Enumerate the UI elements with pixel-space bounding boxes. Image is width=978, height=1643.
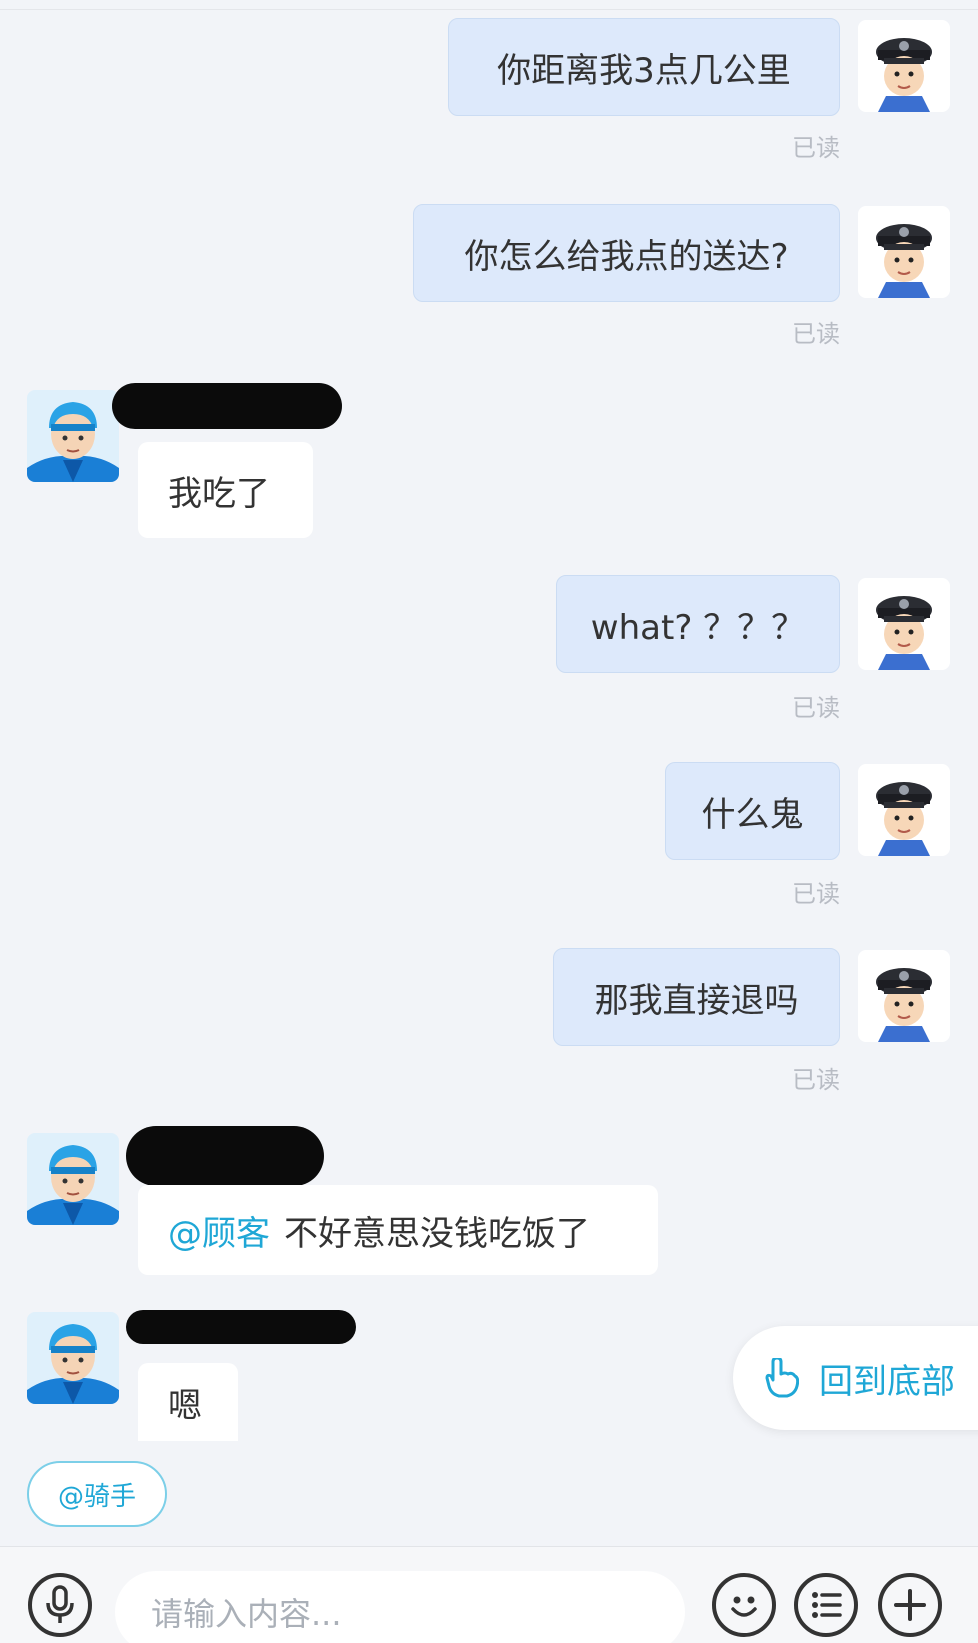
police-avatar[interactable] [858, 20, 950, 112]
police-avatar-icon [876, 968, 932, 1042]
rider-avatar[interactable] [27, 1312, 119, 1404]
top-divider [0, 0, 978, 10]
rider-avatar-icon [27, 1324, 119, 1404]
list-button[interactable] [794, 1573, 858, 1637]
read-status: 已读 [792, 320, 840, 348]
mention-customer[interactable]: @顾客 [168, 1206, 270, 1255]
police-avatar[interactable] [858, 764, 950, 856]
police-avatar[interactable] [858, 206, 950, 298]
emoji-button[interactable] [712, 1573, 776, 1637]
incoming-message-text: 不好意思没钱吃饭了 [284, 1213, 590, 1254]
police-avatar[interactable] [858, 578, 950, 670]
outgoing-message[interactable]: 那我直接退吗 [553, 948, 840, 1046]
outgoing-message[interactable]: 你距离我3点几公里 [448, 18, 840, 116]
outgoing-message[interactable]: 你怎么给我点的送达? [413, 204, 840, 302]
outgoing-message[interactable]: what? ？？？ [556, 575, 840, 673]
plus-icon [894, 1589, 926, 1621]
police-avatar-icon [876, 782, 932, 856]
pointer-hand-icon [765, 1358, 799, 1398]
rider-avatar-icon [27, 1145, 119, 1225]
redacted-name [126, 1126, 324, 1186]
message-input[interactable]: 请输入内容... [115, 1571, 685, 1643]
back-to-bottom-button[interactable]: 回到底部 [733, 1326, 978, 1430]
incoming-message[interactable]: @顾客 不好意思没钱吃饭了 [138, 1185, 658, 1275]
microphone-icon [46, 1585, 74, 1623]
emoji-icon [731, 1596, 757, 1617]
police-avatar-icon [876, 224, 932, 298]
bottom-input-bar: 请输入内容... [0, 1546, 978, 1643]
read-status: 已读 [792, 134, 840, 162]
incoming-message[interactable]: 嗯 [138, 1363, 238, 1441]
rider-avatar[interactable] [27, 1133, 119, 1225]
read-status: 已读 [792, 1066, 840, 1094]
list-icon [812, 1592, 842, 1618]
redacted-name [112, 383, 342, 429]
plus-button[interactable] [878, 1573, 942, 1637]
police-avatar-icon [876, 596, 932, 670]
read-status: 已读 [792, 694, 840, 722]
outgoing-message[interactable]: 什么鬼 [665, 762, 840, 860]
redacted-name [126, 1310, 356, 1344]
incoming-message[interactable]: 我吃了 [138, 442, 313, 538]
microphone-button[interactable] [28, 1573, 92, 1637]
police-avatar[interactable] [858, 950, 950, 1042]
at-rider-button[interactable]: @骑手 [27, 1461, 167, 1527]
rider-avatar-icon [27, 402, 119, 482]
back-to-bottom-label: 回到底部 [819, 1361, 955, 1402]
read-status: 已读 [792, 880, 840, 908]
police-avatar-icon [876, 38, 932, 112]
rider-avatar[interactable] [27, 390, 119, 482]
